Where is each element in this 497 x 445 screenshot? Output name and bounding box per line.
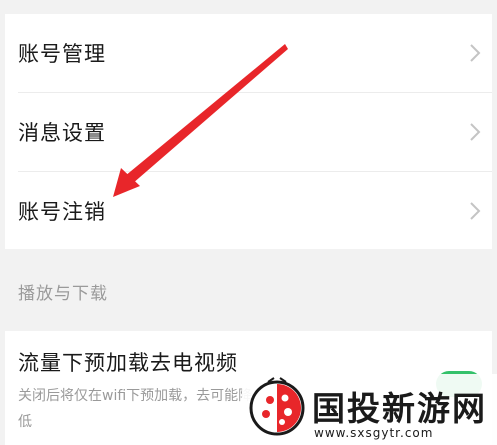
watermark: 国投新游网 www.sxsgytr.com — [242, 374, 497, 445]
settings-item-account-deletion[interactable]: 账号注销 — [5, 172, 492, 250]
preload-title: 流量下预加载去电视频 — [18, 351, 238, 375]
chevron-right-icon — [470, 44, 481, 62]
section-title: 播放与下载 — [18, 284, 108, 304]
settings-item-label: 消息设置 — [18, 121, 106, 145]
settings-item-label: 账号注销 — [18, 200, 106, 224]
settings-group: 账号管理 消息设置 账号注销 — [5, 14, 492, 249]
settings-item-account-management[interactable]: 账号管理 — [5, 14, 492, 92]
chevron-right-icon — [470, 123, 481, 141]
settings-item-label: 账号管理 — [18, 42, 106, 66]
watermark-brand: 国投新游网 — [312, 389, 487, 428]
section-header-playback-download: 播放与下载 — [5, 249, 492, 331]
chevron-right-icon — [470, 202, 481, 220]
ladybug-logo-icon — [249, 377, 305, 436]
preload-description: 关闭后将仅在wifi下预加载，去可能降低 — [18, 388, 253, 430]
top-spacer — [0, 0, 497, 14]
watermark-url: www.sxsgytr.com — [314, 426, 434, 440]
settings-item-message-settings[interactable]: 消息设置 — [5, 93, 492, 171]
